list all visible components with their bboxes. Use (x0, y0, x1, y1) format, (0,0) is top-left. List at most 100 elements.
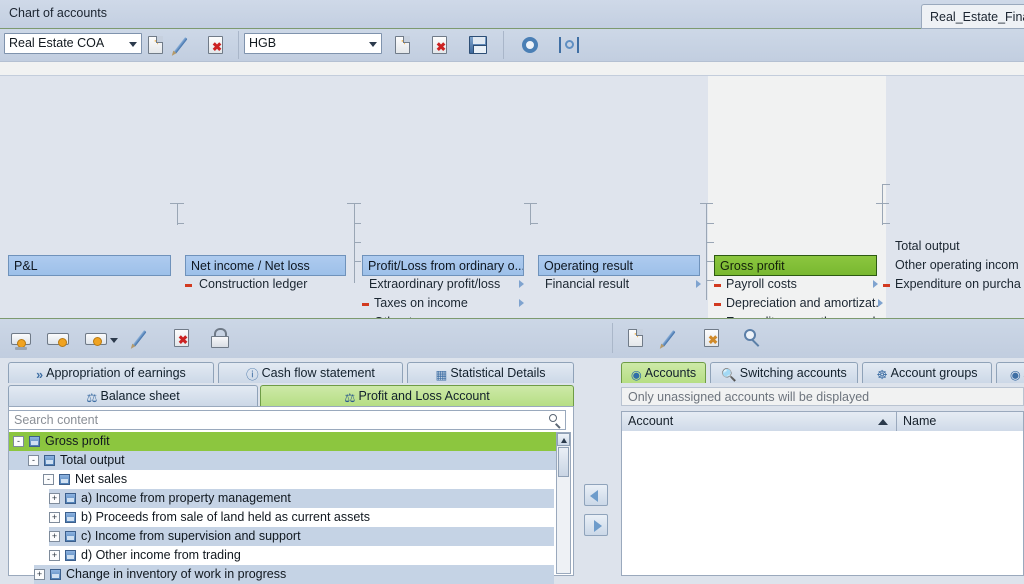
tree-toggle[interactable]: + (49, 493, 60, 504)
tab-balance-sheet[interactable]: ⚖ Balance sheet (8, 385, 258, 406)
tree-row-gross-profit[interactable]: - Gross profit (9, 432, 559, 451)
tab-appropriation-of-earnings[interactable]: » Appropriation of earnings (8, 362, 214, 383)
tree-row-label: a) Income from property management (81, 491, 291, 505)
tree-row-income-property-management[interactable]: + a) Income from property management (49, 489, 554, 508)
fit-view-button[interactable] (556, 32, 582, 58)
coa-select[interactable]: Real Estate COA (4, 33, 142, 54)
toolbar-separator (612, 323, 613, 353)
tree-toggle[interactable]: + (49, 550, 60, 561)
connector (177, 203, 178, 225)
hierarchy-diagram[interactable]: P&L Net income / Net loss Construction l… (0, 62, 1024, 318)
standard-select[interactable]: HGB (244, 33, 382, 54)
tree-row-other-income-trading[interactable]: + d) Other income from trading (49, 546, 554, 565)
new-group-button[interactable] (82, 326, 118, 352)
save-button[interactable] (465, 32, 491, 58)
document-tab[interactable]: Real_Estate_Financ (921, 4, 1024, 29)
tree-row-label: b) Proceeds from sale of land held as cu… (81, 510, 371, 524)
new-page-icon: ✦ (148, 36, 163, 54)
diagram-node-depreciation[interactable]: Depreciation and amortizat.. (721, 293, 880, 314)
tab-accounts-overflow[interactable]: ◉A (996, 362, 1024, 383)
refresh-button[interactable] (517, 32, 543, 58)
tree-row-total-output[interactable]: - Total output (9, 451, 559, 470)
diagram-node-net-income[interactable]: Net income / Net loss (185, 255, 346, 276)
expander-icon[interactable] (873, 280, 878, 288)
tree-toggle[interactable]: - (43, 474, 54, 485)
unlock-button[interactable] (208, 325, 234, 351)
search-account-button[interactable] (739, 325, 765, 351)
structure-scrollbar[interactable] (556, 432, 571, 574)
delete-coa-button[interactable]: ✖ (204, 32, 230, 58)
expander-icon[interactable] (519, 280, 524, 288)
new-row-button[interactable] (44, 326, 70, 352)
tree-row-label: Gross profit (45, 434, 110, 448)
diagram-node-expenditure-purchased[interactable]: Expenditure on purcha (890, 274, 1024, 295)
pencil-icon (132, 330, 147, 347)
tree-toggle[interactable]: + (49, 531, 60, 542)
tree-row-net-sales[interactable]: - Net sales (9, 470, 559, 489)
tree-item-icon (50, 569, 61, 580)
new-screen-button[interactable] (8, 326, 34, 352)
tree-row-proceeds-land-sale[interactable]: + b) Proceeds from sale of land held as … (49, 508, 554, 527)
search-icon[interactable] (549, 414, 562, 428)
expander-icon[interactable] (878, 299, 883, 307)
move-left-button[interactable] (584, 484, 608, 506)
tab-switching-accounts[interactable]: 🔍 Switching accounts (710, 362, 858, 383)
diagram-node-total-output[interactable]: Total output (890, 236, 1024, 257)
tree-toggle[interactable]: + (34, 569, 45, 580)
expander-icon[interactable] (696, 280, 701, 288)
diagram-node-gross-profit[interactable]: Gross profit (714, 255, 877, 276)
tab-statistical-details[interactable]: ▦ Statistical Details (407, 362, 574, 383)
window-title: Chart of accounts (9, 6, 107, 20)
chevron-down-icon (129, 42, 137, 47)
edit-coa-button[interactable] (173, 32, 200, 58)
tree-toggle[interactable]: - (28, 455, 39, 466)
toolbar-separator (503, 31, 504, 59)
new-standard-button[interactable]: ✦ (391, 32, 417, 58)
chevron-up-icon (561, 438, 567, 443)
tab-account-groups[interactable]: ☸ Account groups (862, 362, 992, 383)
tab-accounts[interactable]: ◉ Accounts (621, 362, 706, 383)
scroll-up-button[interactable] (557, 433, 570, 446)
tree-item-icon (65, 550, 76, 561)
new-account-button[interactable]: ✦ (624, 325, 650, 351)
tree-toggle[interactable]: - (13, 436, 24, 447)
diagram-node-profit-loss-ordinary[interactable]: Profit/Loss from ordinary o... (362, 255, 524, 276)
connector (354, 242, 361, 243)
diagram-node-extraordinary[interactable]: Extraordinary profit/loss (364, 274, 514, 295)
diagram-node-pl[interactable]: P&L (8, 255, 171, 276)
search-input[interactable]: Search content (8, 410, 566, 430)
tree-toggle[interactable]: + (49, 512, 60, 523)
diagram-node-other-operating-income[interactable]: Other operating incom (890, 255, 1024, 276)
column-header-account[interactable]: Account (622, 412, 897, 431)
expander-icon[interactable] (519, 299, 524, 307)
tab-cash-flow-statement[interactable]: ⓘ Cash flow statement (218, 362, 403, 383)
tree-row-change-inventory-wip[interactable]: + Change in inventory of work in progres… (34, 565, 554, 584)
diagram-node-taxes-income[interactable]: Taxes on income (369, 293, 519, 314)
move-right-button[interactable] (584, 514, 608, 536)
floppy-icon (469, 36, 487, 54)
tree-item-icon (59, 474, 70, 485)
delete-standard-button[interactable]: ✖ (428, 32, 454, 58)
edit-account-button[interactable] (661, 325, 688, 351)
chevron-down-icon[interactable] (110, 338, 118, 343)
column-header-name[interactable]: Name (897, 412, 1024, 431)
accounts-table-body[interactable] (621, 431, 1024, 576)
info-icon: ⓘ (246, 368, 259, 382)
diagram-node-construction-ledger[interactable]: Construction ledger (194, 274, 344, 295)
tree-row-income-supervision-support[interactable]: + c) Income from supervision and support (49, 527, 554, 546)
chart-icon: ▦ (435, 368, 448, 382)
edit-item-button[interactable] (132, 325, 159, 351)
accounts-table-header: Account Name (621, 411, 1024, 432)
ring-icon: ◉ (630, 368, 642, 382)
tab-profit-and-loss-account[interactable]: ⚖ Profit and Loss Account (260, 385, 574, 406)
diagram-node-operating-result[interactable]: Operating result (538, 255, 700, 276)
connector (354, 261, 361, 262)
tree-item-icon (29, 436, 40, 447)
new-coa-button[interactable]: ✦ (144, 32, 170, 58)
scrollbar-thumb[interactable] (558, 447, 569, 477)
diagram-node-financial-result[interactable]: Financial result (540, 274, 690, 295)
row-gear-icon (47, 333, 69, 347)
delete-item-button[interactable]: ✖ (170, 325, 196, 351)
diagram-node-payroll-costs[interactable]: Payroll costs (721, 274, 876, 295)
delete-account-button[interactable]: ✖ (700, 325, 726, 351)
